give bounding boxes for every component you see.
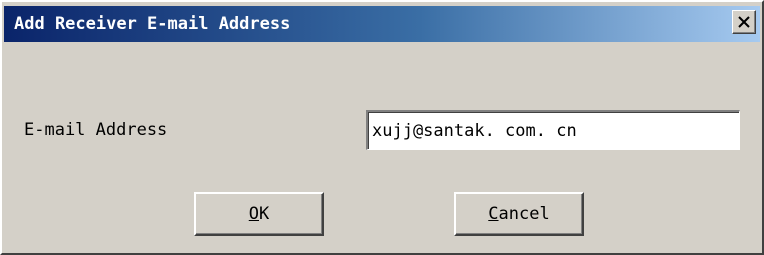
close-icon (738, 16, 750, 28)
email-address-label: E-mail Address (24, 120, 168, 140)
cancel-mnemonic: C (488, 204, 499, 224)
dialog-title: Add Receiver E-mail Address (14, 14, 291, 34)
cancel-label-rest: ancel (498, 204, 550, 224)
close-button[interactable] (732, 10, 756, 34)
ok-label-rest: K (259, 204, 270, 224)
cancel-button[interactable]: Cancel (454, 192, 584, 236)
add-receiver-dialog: Add Receiver E-mail Address E-mail Addre… (0, 0, 764, 255)
ok-button[interactable]: OK (194, 192, 324, 236)
title-bar[interactable]: Add Receiver E-mail Address (4, 6, 760, 42)
email-address-input[interactable] (366, 110, 740, 150)
ok-mnemonic: O (248, 204, 259, 224)
